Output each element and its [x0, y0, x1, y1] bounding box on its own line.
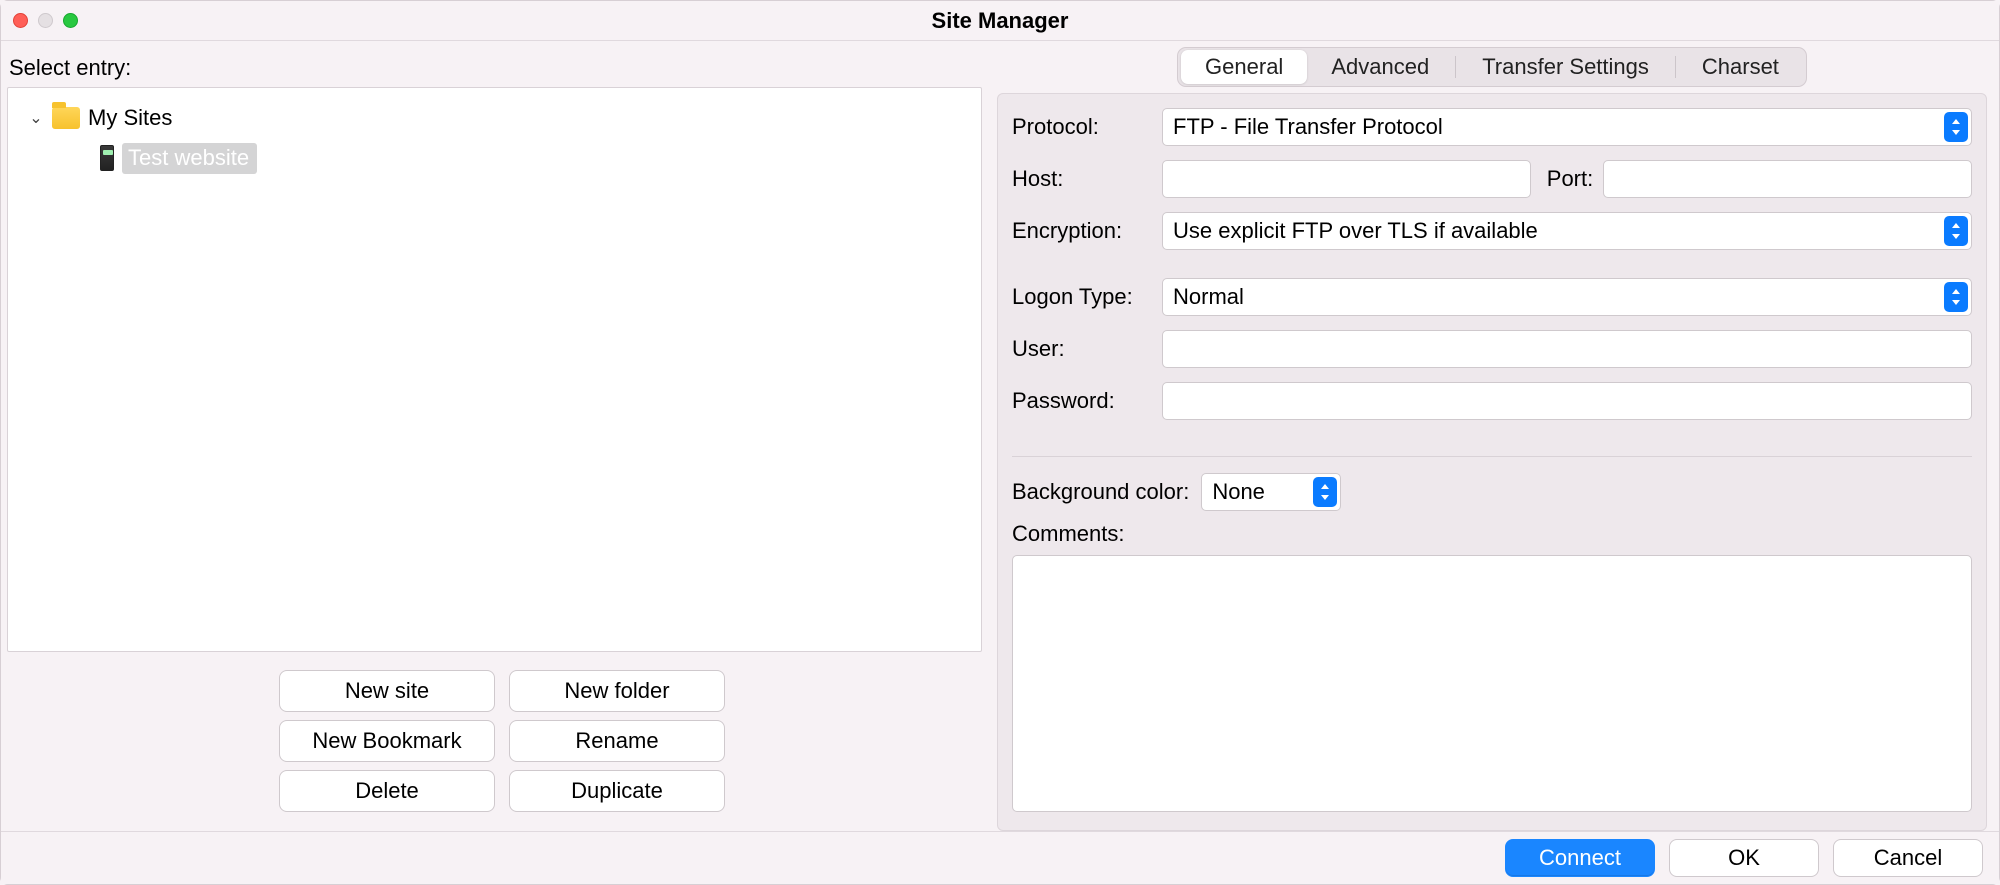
tree-root-label: My Sites [88, 105, 172, 131]
titlebar: Site Manager [1, 1, 1999, 41]
user-input[interactable] [1162, 330, 1972, 368]
cancel-button[interactable]: Cancel [1833, 839, 1983, 877]
port-label: Port: [1547, 166, 1593, 192]
dropdown-arrows-icon [1944, 216, 1968, 246]
delete-button[interactable]: Delete [279, 770, 495, 812]
new-folder-button[interactable]: New folder [509, 670, 725, 712]
chevron-down-icon[interactable]: ⌄ [28, 108, 44, 128]
connect-button[interactable]: Connect [1505, 839, 1655, 877]
tab-separator [1675, 56, 1676, 78]
protocol-select[interactable]: FTP - File Transfer Protocol [1162, 108, 1972, 146]
left-column: Select entry: ⌄ My Sites Test website Ne… [1, 41, 991, 831]
background-color-select[interactable]: None [1201, 473, 1341, 511]
site-tree[interactable]: ⌄ My Sites Test website [7, 87, 982, 652]
new-site-button[interactable]: New site [279, 670, 495, 712]
encryption-value: Use explicit FTP over TLS if available [1173, 218, 1538, 244]
background-color-value: None [1212, 479, 1265, 505]
host-input[interactable] [1162, 160, 1531, 198]
general-panel: Protocol: FTP - File Transfer Protocol H… [997, 93, 1987, 831]
tree-site-row[interactable]: Test website [14, 138, 975, 178]
logon-type-value: Normal [1173, 284, 1244, 310]
duplicate-button[interactable]: Duplicate [509, 770, 725, 812]
dropdown-arrows-icon [1944, 112, 1968, 142]
encryption-select[interactable]: Use explicit FTP over TLS if available [1162, 212, 1972, 250]
dialog-footer: Connect OK Cancel [1, 831, 1999, 884]
separator [1012, 456, 1972, 457]
dropdown-arrows-icon [1313, 477, 1337, 507]
protocol-value: FTP - File Transfer Protocol [1173, 114, 1443, 140]
tab-general[interactable]: General [1181, 50, 1307, 84]
ok-button[interactable]: OK [1669, 839, 1819, 877]
site-action-buttons: New site New folder New Bookmark Rename … [279, 670, 991, 812]
background-color-label: Background color: [1012, 479, 1189, 505]
tab-advanced[interactable]: Advanced [1307, 50, 1453, 84]
encryption-label: Encryption: [1012, 218, 1162, 244]
select-entry-label: Select entry: [9, 55, 991, 81]
user-label: User: [1012, 336, 1162, 362]
logon-type-select[interactable]: Normal [1162, 278, 1972, 316]
window-title: Site Manager [1, 8, 1999, 34]
password-input[interactable] [1162, 382, 1972, 420]
folder-icon [52, 107, 80, 129]
dropdown-arrows-icon [1944, 282, 1968, 312]
port-input[interactable] [1603, 160, 1972, 198]
right-column: General Advanced Transfer Settings Chars… [991, 41, 1999, 831]
tab-charset[interactable]: Charset [1678, 50, 1803, 84]
protocol-label: Protocol: [1012, 114, 1162, 140]
comments-textarea[interactable] [1012, 555, 1972, 812]
tab-transfer[interactable]: Transfer Settings [1458, 50, 1673, 84]
host-label: Host: [1012, 166, 1162, 192]
rename-button[interactable]: Rename [509, 720, 725, 762]
new-bookmark-button[interactable]: New Bookmark [279, 720, 495, 762]
tree-site-label: Test website [122, 143, 257, 174]
server-icon [100, 145, 114, 171]
logon-type-label: Logon Type: [1012, 284, 1162, 310]
tab-separator [1455, 56, 1456, 78]
settings-tabs: General Advanced Transfer Settings Chars… [1177, 47, 1807, 87]
comments-label: Comments: [1012, 521, 1972, 547]
password-label: Password: [1012, 388, 1162, 414]
tree-root-row[interactable]: ⌄ My Sites [14, 98, 975, 138]
